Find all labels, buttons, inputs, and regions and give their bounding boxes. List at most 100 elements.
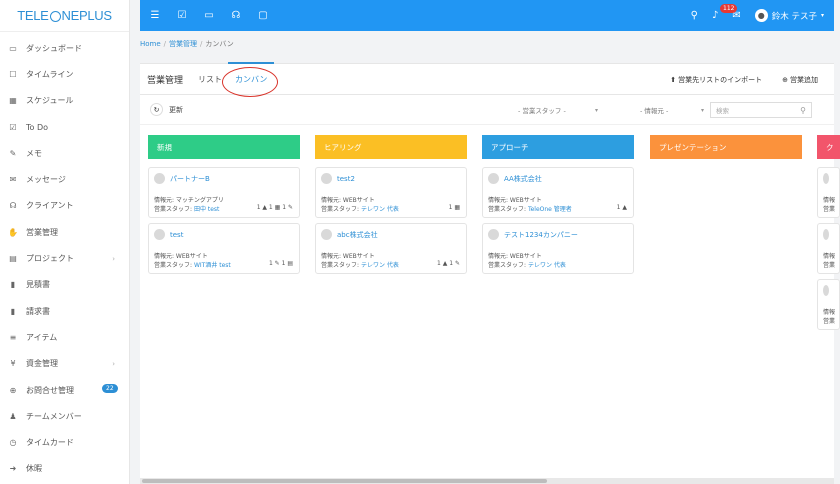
sidebar-item[interactable]: ▮ 見積書 — [0, 272, 129, 298]
square-icon: ☐ — [9, 69, 17, 79]
staff-select[interactable]: - 営業スタッフ - ▾ — [518, 102, 598, 118]
column-header[interactable]: プレゼンテーション — [650, 135, 802, 159]
menu-icon[interactable]: ☰ — [148, 9, 162, 23]
search-input[interactable]: 検索 ⚲ — [710, 102, 812, 118]
chevron-down-icon: ▾ — [700, 106, 704, 114]
lead-name[interactable]: test — [170, 231, 183, 239]
monitor-icon[interactable]: ▢ — [256, 9, 270, 23]
lead-source: 情報 — [823, 309, 836, 316]
sidebar-item[interactable]: ☐ タイムライン — [0, 61, 129, 87]
user-menu[interactable]: ● 鈴木 テス子 ▾ — [754, 9, 824, 22]
sidebar-item[interactable]: ✎ メモ — [0, 140, 129, 166]
sidebar-item[interactable]: ✋ 営業管理 — [0, 219, 129, 245]
app-logo[interactable]: TELE NEPLUS — [0, 0, 129, 32]
notification-bell-icon[interactable]: ♪ 112 — [712, 4, 738, 21]
sidebar-item[interactable]: ▮ 請求書 — [0, 298, 129, 324]
lead-card[interactable]: test2 情報元: WEBサイト 営業スタッフ: テレワン 代表 1 ▦ — [315, 167, 467, 218]
yen-icon: ¥ — [10, 359, 16, 369]
lead-staff-line: 営業 — [823, 260, 835, 269]
sidebar-item[interactable]: ⊕ お問合せ管理 22 — [0, 377, 129, 403]
lead-staff-line: 営業スタッフ: 田中 test — [154, 204, 219, 213]
chevron-right-icon: › — [112, 254, 115, 263]
lead-name[interactable]: パートナーB — [170, 174, 210, 184]
refresh-button[interactable]: ↻ 更新 — [150, 103, 183, 116]
sidebar-item-label: メッセージ — [26, 175, 66, 185]
search-icon: ⚲ — [800, 105, 806, 115]
tab-list[interactable]: リスト — [198, 74, 222, 85]
edit-icon: ✎ — [9, 148, 17, 158]
users-icon: ☊ — [9, 201, 17, 211]
sidebar-item[interactable]: ▤ プロジェクト › — [0, 245, 129, 271]
lead-source: 情報元: WEBサイト — [321, 197, 375, 204]
avatar — [321, 229, 332, 240]
sidebar-item[interactable]: ♟ チームメンバー — [0, 403, 129, 429]
add-sales-button[interactable]: ⊕ 営業追加 — [782, 75, 818, 85]
checkbox-icon[interactable]: ☑ — [175, 9, 189, 23]
column-header[interactable]: ヒアリング — [315, 135, 467, 159]
sidebar-item[interactable]: ➜ 休暇 — [0, 456, 129, 482]
staff-label: 営業 — [823, 262, 836, 269]
sidebar-item[interactable]: ✉ メッセージ — [0, 166, 129, 192]
import-button[interactable]: ⬆ 営業先リストのインポート — [670, 75, 762, 85]
list-icon: ≡ — [9, 332, 17, 342]
lead-name[interactable]: テスト1234カンパニー — [504, 230, 578, 240]
scrollbar-thumb[interactable] — [142, 479, 547, 483]
sidebar-item[interactable]: ▭ ダッシュボード — [0, 35, 129, 61]
sidebar-item[interactable]: ▦ スケジュール — [0, 88, 129, 114]
column-header[interactable]: アプローチ — [482, 135, 634, 159]
avatar — [154, 173, 165, 184]
signout-icon: ➜ — [9, 464, 17, 474]
staff-link[interactable]: テレワン 代表 — [528, 262, 566, 269]
sidebar-item[interactable]: ≡ アイテム — [0, 324, 129, 350]
staff-label: 営業スタッフ: — [154, 206, 193, 213]
lead-source: 情報元: WEBサイト — [488, 197, 542, 204]
card-meta: 1 ▲ — [616, 204, 627, 211]
source-select[interactable]: - 情報元 - ▾ — [640, 102, 704, 118]
breadcrumb-home[interactable]: Home — [140, 40, 161, 48]
lead-card[interactable]: パートナーB 情報元: マッチングアプリ 営業スタッフ: 田中 test 1 ▲… — [148, 167, 300, 218]
lead-card[interactable]: 情報 営業 — [817, 223, 840, 274]
avatar — [823, 229, 829, 240]
horizontal-scrollbar[interactable] — [140, 478, 834, 484]
breadcrumb: Home / 営業管理 / カンバン — [140, 40, 234, 48]
users-icon[interactable]: ☊ — [229, 9, 243, 23]
staff-select-value: - 営業スタッフ - — [518, 107, 566, 115]
staff-link[interactable]: WIT酒井 test — [194, 262, 231, 269]
lead-name[interactable]: AA株式会社 — [504, 174, 542, 184]
sidebar-item[interactable]: ☑ To Do — [0, 114, 129, 140]
staff-label: 営業スタッフ: — [321, 262, 360, 269]
sidebar-item[interactable]: ☊ クライアント — [0, 193, 129, 219]
staff-link[interactable]: 田中 test — [194, 206, 219, 213]
lead-card[interactable]: test 情報元: WEBサイト 営業スタッフ: WIT酒井 test 1 ✎ … — [148, 223, 300, 274]
clock-icon: ◷ — [9, 438, 17, 448]
logo-text: TELE — [17, 8, 49, 23]
briefcase-icon[interactable]: ▭ — [202, 9, 216, 23]
lead-name[interactable]: test2 — [337, 175, 355, 183]
lead-card[interactable]: テスト1234カンパニー 情報元: WEBサイト 営業スタッフ: テレワン 代表 — [482, 223, 634, 274]
column-header[interactable]: 新規 — [148, 135, 300, 159]
column-header[interactable]: ク — [817, 135, 840, 159]
lead-card[interactable]: abc株式会社 情報元: WEBサイト 営業スタッフ: テレワン 代表 1 ▲ … — [315, 223, 467, 274]
filter-row: ↻ 更新 - 営業スタッフ - ▾ - 情報元 - ▾ 検索 ⚲ — [140, 95, 834, 125]
breadcrumb-sales[interactable]: 営業管理 — [169, 40, 197, 48]
search-icon[interactable]: ⚲ — [691, 10, 698, 21]
lead-source: 情報 — [823, 197, 836, 204]
staff-link[interactable]: TeleOne 管理者 — [528, 206, 572, 213]
breadcrumb-current: カンバン — [205, 40, 234, 48]
lead-staff-line: 営業スタッフ: WIT酒井 test — [154, 260, 231, 269]
sidebar-item[interactable]: ◷ タイムカード — [0, 429, 129, 455]
lead-card[interactable]: 情報 営業 — [817, 167, 840, 218]
staff-link[interactable]: テレワン 代表 — [361, 206, 399, 213]
lead-card[interactable]: AA株式会社 情報元: WEBサイト 営業スタッフ: TeleOne 管理者 1… — [482, 167, 634, 218]
upload-icon: ⬆ — [670, 75, 677, 84]
chevron-down-icon: ▾ — [594, 106, 598, 114]
sidebar-item[interactable]: ¥ 資金管理 › — [0, 351, 129, 377]
lead-staff-line: 営業 — [823, 204, 835, 213]
lead-card[interactable]: 情報 営業 — [817, 279, 840, 330]
sidebar-item-label: タイムカード — [26, 438, 74, 448]
staff-label: 営業スタッフ: — [488, 262, 527, 269]
staff-link[interactable]: テレワン 代表 — [361, 262, 399, 269]
logo-circle-icon — [49, 11, 61, 22]
lead-name[interactable]: abc株式会社 — [337, 230, 378, 240]
kanban-column: ヒアリング test2 情報元: WEBサイト 営業スタッフ: テレワン 代表 … — [315, 135, 467, 274]
